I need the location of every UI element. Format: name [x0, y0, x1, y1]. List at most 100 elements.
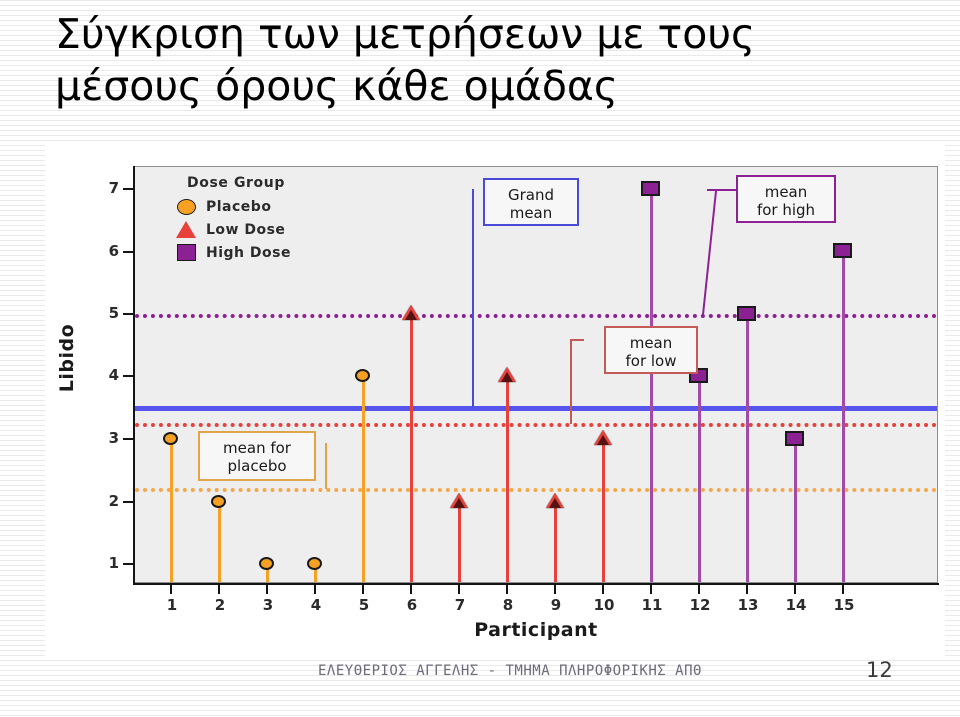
x-axis-title: Participant: [474, 619, 598, 641]
x-tick-label-7: 7: [454, 596, 466, 614]
stem-p7: [458, 502, 461, 582]
legend-label-placebo: Placebo: [206, 198, 272, 215]
data-point-low-6[interactable]: [402, 305, 420, 320]
data-point-placebo-1[interactable]: [163, 432, 178, 445]
reference-line-mean-high: [135, 314, 937, 318]
page-title: Σύγκριση των μετρήσεων με τους μέσους όρ…: [55, 10, 756, 110]
x-tick-label-3: 3: [262, 596, 274, 614]
slide-title-block: Σύγκριση των μετρήσεων με τους μέσους όρ…: [55, 8, 885, 133]
stem-p10: [602, 439, 605, 582]
x-tick-5: [362, 585, 364, 594]
x-tick-label-10: 10: [593, 596, 615, 614]
y-tick-label-6: 6: [108, 242, 119, 260]
x-tick-label-1: 1: [166, 596, 178, 614]
leader-mean-low-vertical: [570, 339, 572, 424]
x-tick-label-5: 5: [358, 596, 370, 614]
x-tick-15: [842, 585, 844, 594]
y-tick-6: [123, 251, 134, 253]
x-tick-8: [506, 585, 508, 594]
leader-grand-mean: [472, 189, 474, 407]
y-tick-label-5: 5: [108, 304, 119, 322]
data-point-low-9[interactable]: [546, 493, 564, 508]
y-tick-7: [123, 188, 134, 190]
y-axis-title: Libido: [56, 323, 79, 393]
y-tick-label-3: 3: [108, 429, 119, 447]
leader-mean-high-vertical: [701, 191, 717, 315]
x-tick-label-12: 12: [689, 596, 711, 614]
data-point-placebo-2[interactable]: [211, 495, 226, 508]
leader-mean-low-horizontal: [570, 339, 584, 341]
x-tick-label-4: 4: [310, 596, 322, 614]
y-tick-3: [123, 438, 134, 440]
stem-p5: [362, 376, 365, 582]
x-tick-7: [458, 585, 460, 594]
y-tick-1: [123, 563, 134, 565]
triangle-marker-icon: [173, 221, 199, 238]
x-axis-line: [133, 583, 939, 585]
reference-line-mean-low: [135, 423, 937, 427]
x-tick-11: [650, 585, 652, 594]
x-tick-4: [314, 585, 316, 594]
x-tick-label-2: 2: [214, 596, 226, 614]
leader-mean-placebo-vertical: [325, 443, 327, 489]
data-point-placebo-3[interactable]: [259, 557, 274, 570]
x-tick-label-11: 11: [641, 596, 663, 614]
x-tick-label-9: 9: [550, 596, 562, 614]
stem-p2: [218, 502, 221, 582]
y-tick-4: [123, 375, 134, 377]
x-tick-label-6: 6: [406, 596, 418, 614]
y-tick-label-1: 1: [108, 554, 119, 572]
stem-p15: [842, 251, 845, 582]
footer-credit: ΕΛΕΥΘΕΡΙΟΣ ΑΓΓΕΛΗΣ - ΤΜΗΜΑ ΠΛΗΡΟΦΟΡΙΚΗΣ …: [318, 663, 702, 679]
x-tick-14: [794, 585, 796, 594]
x-tick-3: [266, 585, 268, 594]
data-point-high-15[interactable]: [833, 243, 852, 258]
legend-title: Dose Group: [187, 175, 285, 191]
y-tick-2: [123, 501, 134, 503]
legend-item-high-dose[interactable]: High Dose: [173, 242, 318, 263]
y-tick-5: [123, 313, 134, 315]
leader-mean-high-horizontal: [707, 189, 737, 191]
x-tick-2: [218, 585, 220, 594]
stem-p9: [554, 502, 557, 582]
x-tick-label-13: 13: [737, 596, 759, 614]
legend-label-high-dose: High Dose: [206, 244, 291, 261]
data-point-placebo-5[interactable]: [355, 369, 370, 382]
data-point-placebo-4[interactable]: [307, 557, 322, 570]
legend-item-placebo[interactable]: Placebo: [173, 196, 318, 217]
y-tick-label-4: 4: [108, 366, 119, 384]
callout-mean-for-low: mean for low: [604, 326, 698, 374]
reference-line-mean-placebo: [135, 488, 937, 492]
content-panel: Dose Group Placebo Low Dose High Dose Gr…: [45, 142, 945, 656]
stem-p11: [650, 189, 653, 582]
stem-p12: [698, 376, 701, 582]
x-tick-1: [170, 585, 172, 594]
y-tick-label-7: 7: [108, 179, 119, 197]
legend-item-low-dose[interactable]: Low Dose: [173, 219, 318, 240]
stem-p6: [410, 314, 413, 582]
page-number: 12: [866, 658, 893, 682]
data-point-high-13[interactable]: [737, 306, 756, 321]
data-point-low-7[interactable]: [450, 493, 468, 508]
chart-legend: Dose Group Placebo Low Dose High Dose: [173, 175, 318, 265]
x-tick-label-15: 15: [833, 596, 855, 614]
data-point-high-14[interactable]: [785, 431, 804, 446]
data-point-low-10[interactable]: [594, 430, 612, 445]
reference-line-grand-mean: [135, 406, 937, 411]
square-marker-icon: [173, 244, 199, 261]
callout-mean-for-high: mean for high: [736, 175, 836, 223]
plot-area: Dose Group Placebo Low Dose High Dose Gr…: [134, 166, 938, 583]
data-point-high-11[interactable]: [641, 181, 660, 196]
stem-p8: [506, 376, 509, 582]
legend-label-low-dose: Low Dose: [206, 221, 286, 238]
x-tick-10: [602, 585, 604, 594]
callout-grand-mean: Grand mean: [483, 178, 579, 226]
libido-scatter-chart: Dose Group Placebo Low Dose High Dose Gr…: [45, 142, 945, 656]
x-tick-9: [554, 585, 556, 594]
x-tick-label-8: 8: [502, 596, 514, 614]
data-point-low-8[interactable]: [498, 367, 516, 382]
callout-mean-for-placebo: mean for placebo: [198, 431, 316, 481]
x-tick-13: [746, 585, 748, 594]
circle-marker-icon: [173, 198, 199, 215]
x-tick-6: [410, 585, 412, 594]
